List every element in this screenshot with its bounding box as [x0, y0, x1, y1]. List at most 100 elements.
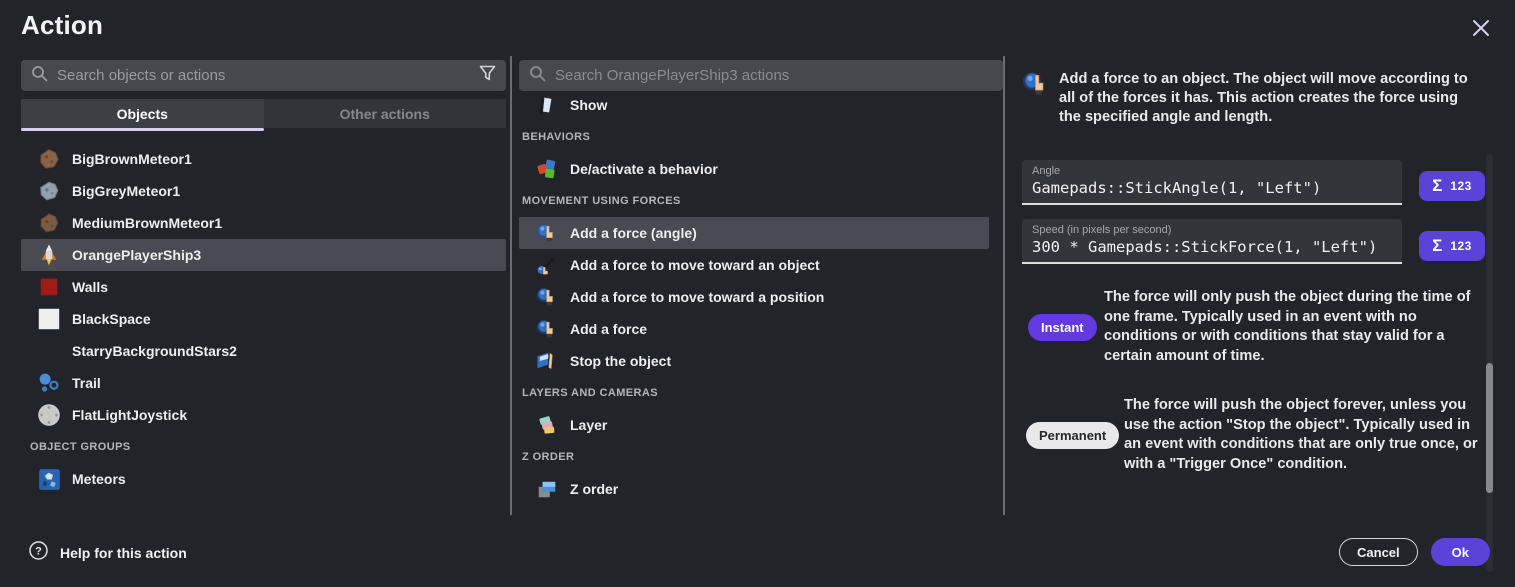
- angle-expression-button[interactable]: Σ 123: [1419, 171, 1485, 201]
- action-description-block: Add a force to an object. The object wil…: [1022, 70, 1484, 127]
- action-details-panel: Add a force to an object. The object wil…: [1022, 0, 1493, 587]
- page-title: Action: [21, 10, 103, 41]
- search-icon: [31, 65, 48, 87]
- instant-mode-row: Instant The force will only push the obj…: [1022, 288, 1486, 366]
- panel-divider-left: [510, 56, 512, 515]
- permanent-mode-row: Permanent The force will push the object…: [1022, 396, 1486, 474]
- list-item[interactable]: Trail: [21, 367, 506, 399]
- action-item[interactable]: Add a force to move toward an object: [519, 249, 989, 281]
- dialog-buttons: Cancel Ok: [1339, 538, 1490, 566]
- numbers-icon: 123: [1450, 239, 1472, 253]
- speed-field[interactable]: Speed (in pixels per second) 300 * Gamep…: [1022, 219, 1402, 264]
- help-link[interactable]: ? Help for this action: [29, 541, 187, 565]
- action-item[interactable]: De/activate a behavior: [519, 153, 989, 185]
- actions-panel: Show BEHAVIORS De/activate a behavior MO…: [519, 60, 1003, 505]
- list-item[interactable]: MediumBrownMeteor1: [21, 207, 506, 239]
- list-item[interactable]: BigBrownMeteor1: [21, 143, 506, 175]
- angle-field[interactable]: Angle Gamepads::StickAngle(1, "Left"): [1022, 160, 1402, 205]
- object-label: Walls: [72, 279, 108, 295]
- add-force-icon: [535, 317, 559, 341]
- object-label: BigGreyMeteor1: [72, 183, 180, 199]
- object-groups-header: OBJECT GROUPS: [21, 431, 506, 463]
- angle-field-label: Angle: [1032, 165, 1392, 177]
- help-icon: ?: [29, 541, 48, 565]
- joystick-icon: [37, 403, 61, 427]
- show-icon: [535, 93, 559, 117]
- action-description: Add a force to an object. The object wil…: [1059, 70, 1483, 127]
- section-header: Z ORDER: [519, 441, 1003, 473]
- tab-objects[interactable]: Objects: [21, 99, 264, 128]
- dark-sprite-icon: [37, 339, 61, 363]
- objects-panel: Objects Other actions BigBrownMeteor1 Bi…: [21, 60, 506, 495]
- actions-list: Show BEHAVIORS De/activate a behavior MO…: [519, 89, 1003, 505]
- force-toward-object-icon: [535, 253, 559, 277]
- ok-button[interactable]: Ok: [1431, 538, 1490, 566]
- cancel-button[interactable]: Cancel: [1339, 538, 1418, 566]
- list-item-selected[interactable]: OrangePlayerShip3: [21, 239, 506, 271]
- sigma-icon: Σ: [1432, 236, 1442, 256]
- action-label: Layer: [570, 417, 607, 433]
- angle-field-value[interactable]: Gamepads::StickAngle(1, "Left"): [1032, 179, 1392, 197]
- action-item[interactable]: Layer: [519, 409, 989, 441]
- action-label: Add a force to move toward a position: [570, 289, 824, 305]
- object-label: OrangePlayerShip3: [72, 247, 201, 263]
- add-force-icon: [535, 221, 559, 245]
- add-force-icon: [535, 285, 559, 309]
- meteor-brown-icon: [37, 211, 61, 235]
- list-item[interactable]: FlatLightJoystick: [21, 399, 506, 431]
- meteor-group-icon: [37, 467, 61, 491]
- section-header: LAYERS AND CAMERAS: [519, 377, 1003, 409]
- object-label: MediumBrownMeteor1: [72, 215, 222, 231]
- action-label: De/activate a behavior: [570, 161, 718, 177]
- meteor-grey-icon: [37, 179, 61, 203]
- sigma-icon: Σ: [1432, 176, 1442, 196]
- action-label: Z order: [570, 481, 618, 497]
- action-item-selected[interactable]: Add a force (angle): [519, 217, 989, 249]
- action-label: Add a force (angle): [570, 225, 697, 241]
- action-label: Stop the object: [570, 353, 671, 369]
- list-item[interactable]: BlackSpace: [21, 303, 506, 335]
- object-label: StarryBackgroundStars2: [72, 343, 237, 359]
- speed-field-value[interactable]: 300 * Gamepads::StickForce(1, "Left"): [1032, 238, 1392, 256]
- rocket-icon: [37, 243, 61, 267]
- numbers-icon: 123: [1450, 179, 1472, 193]
- object-label: Meteors: [72, 471, 126, 487]
- layers-icon: [535, 413, 559, 437]
- actions-search-bar[interactable]: [519, 60, 1003, 91]
- z-order-icon: [535, 477, 559, 501]
- object-label: BlackSpace: [72, 311, 151, 327]
- action-label: Add a force: [570, 321, 647, 337]
- object-label: Trail: [72, 375, 101, 391]
- instant-badge: Instant: [1028, 314, 1097, 341]
- action-item[interactable]: Add a force: [519, 313, 989, 345]
- tab-other-actions[interactable]: Other actions: [264, 99, 507, 128]
- trail-particles-icon: [37, 371, 61, 395]
- speed-expression-button[interactable]: Σ 123: [1419, 231, 1485, 261]
- action-item[interactable]: Show: [519, 89, 989, 121]
- action-label: Add a force to move toward an object: [570, 257, 820, 273]
- objects-search-input[interactable]: [57, 67, 470, 84]
- section-header: MOVEMENT USING FORCES: [519, 185, 1003, 217]
- permanent-badge: Permanent: [1026, 422, 1119, 449]
- action-item[interactable]: Z order: [519, 473, 989, 505]
- list-item-group[interactable]: Meteors: [21, 463, 506, 495]
- instant-description: The force will only push the object duri…: [1104, 288, 1486, 366]
- objects-list: BigBrownMeteor1 BigGreyMeteor1 MediumBro…: [21, 143, 506, 495]
- object-label: BigBrownMeteor1: [72, 151, 192, 167]
- list-item[interactable]: Walls: [21, 271, 506, 303]
- stop-object-icon: [535, 349, 559, 373]
- action-item[interactable]: Stop the object: [519, 345, 989, 377]
- list-item[interactable]: BigGreyMeteor1: [21, 175, 506, 207]
- section-header: BEHAVIORS: [519, 121, 1003, 153]
- list-item[interactable]: StarryBackgroundStars2: [21, 335, 506, 367]
- meteor-brown-icon: [37, 147, 61, 171]
- white-square-icon: [37, 307, 61, 331]
- objects-search-bar[interactable]: [21, 60, 506, 91]
- actions-search-input[interactable]: [555, 67, 993, 84]
- filter-icon[interactable]: [479, 65, 496, 86]
- objects-tabs: Objects Other actions: [21, 99, 506, 128]
- action-item[interactable]: Add a force to move toward a position: [519, 281, 989, 313]
- red-square-icon: [37, 275, 61, 299]
- object-label: FlatLightJoystick: [72, 407, 187, 423]
- permanent-description: The force will push the object forever, …: [1124, 396, 1486, 474]
